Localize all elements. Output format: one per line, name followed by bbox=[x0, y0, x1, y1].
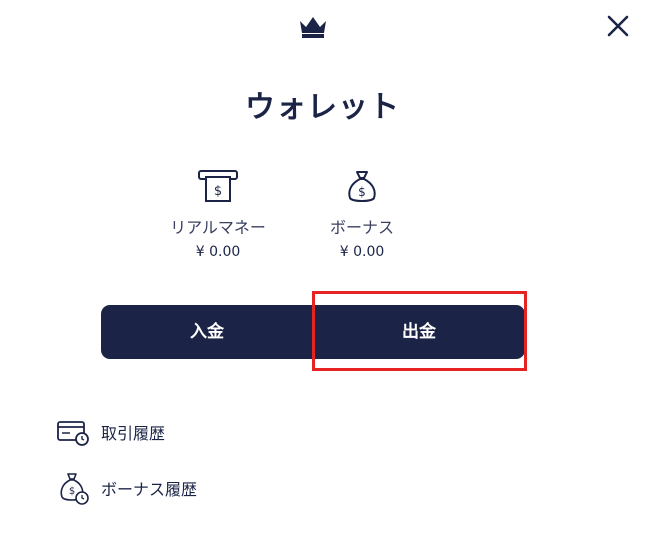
bonus-history-label: ボーナス履歴 bbox=[101, 480, 198, 499]
transaction-history-link[interactable]: 取引履歴 bbox=[55, 414, 165, 450]
real-money-amount: ¥ 0.00 bbox=[195, 244, 241, 260]
withdraw-button[interactable]: 出金 bbox=[313, 305, 525, 359]
svg-text:$: $ bbox=[214, 184, 222, 199]
real-money-balance: $ リアルマネー ¥ 0.00 bbox=[148, 168, 288, 260]
card-history-icon bbox=[57, 421, 89, 446]
atm-cash-icon: $ bbox=[198, 170, 238, 202]
bonus-amount: ¥ 0.00 bbox=[339, 244, 385, 260]
money-bag-icon: $ bbox=[348, 171, 376, 202]
crown-icon bbox=[300, 17, 326, 38]
bonus-history-link[interactable]: $ ボーナス履歴 bbox=[55, 470, 197, 506]
bonus-label: ボーナス bbox=[329, 218, 394, 237]
real-money-label: リアルマネー bbox=[170, 218, 266, 237]
svg-text:$: $ bbox=[358, 185, 366, 199]
wallet-action-buttons: 入金 出金 bbox=[101, 305, 525, 359]
bonus-balance: $ ボーナス ¥ 0.00 bbox=[292, 168, 432, 260]
page-title: ウォレット bbox=[245, 90, 400, 125]
deposit-button[interactable]: 入金 bbox=[101, 305, 313, 359]
transaction-history-label: 取引履歴 bbox=[101, 424, 166, 443]
bonus-history-icon: $ bbox=[60, 473, 89, 505]
close-icon[interactable] bbox=[604, 12, 632, 40]
svg-text:$: $ bbox=[69, 486, 75, 497]
